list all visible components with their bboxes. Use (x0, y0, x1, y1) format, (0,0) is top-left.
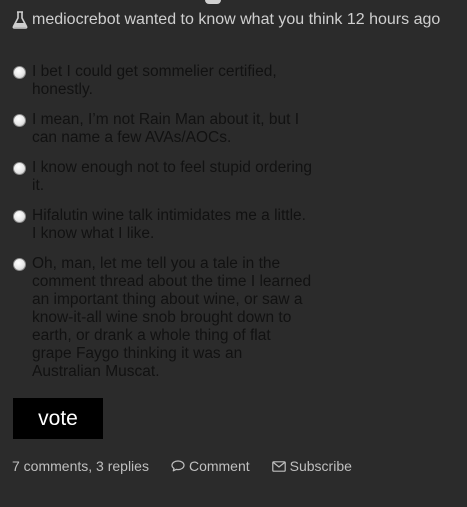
poll-option[interactable]: Hifalutin wine talk intimidates me a lit… (13, 207, 313, 243)
radio-button[interactable] (13, 114, 26, 127)
heading-fragment (205, 0, 221, 4)
vote-button[interactable]: vote (13, 398, 103, 439)
comment-label: Comment (188, 458, 250, 474)
radio-button[interactable] (13, 210, 26, 223)
comment-count-link[interactable]: 7 comments, 3 replies (12, 458, 149, 474)
subscribe-label: Subscribe (289, 458, 352, 474)
radio-button[interactable] (13, 162, 26, 175)
option-label[interactable]: Oh, man, let me tell you a tale in the c… (32, 255, 313, 381)
subscribe-button[interactable]: Subscribe (271, 458, 352, 474)
poll-option[interactable]: I bet I could get sommelier certified, h… (13, 63, 313, 99)
radio-button[interactable] (13, 66, 26, 79)
poll-action-text: wanted to know what you think (124, 11, 343, 28)
speech-bubble-icon (171, 460, 185, 472)
flask-icon (12, 11, 28, 29)
poll-option[interactable]: I mean, I’m not Rain Man about it, but I… (13, 111, 313, 147)
poll-option[interactable]: Oh, man, let me tell you a tale in the c… (13, 255, 313, 381)
envelope-icon (271, 460, 286, 472)
option-label[interactable]: I know enough not to feel stupid orderin… (32, 159, 313, 195)
author-link[interactable]: mediocrebot (32, 11, 120, 29)
comment-button[interactable]: Comment (171, 458, 250, 474)
option-label[interactable]: Hifalutin wine talk intimidates me a lit… (32, 207, 313, 243)
option-label[interactable]: I bet I could get sommelier certified, h… (32, 63, 313, 99)
poll-option[interactable]: I know enough not to feel stupid orderin… (13, 159, 313, 195)
radio-button[interactable] (13, 258, 26, 271)
poll-options: I bet I could get sommelier certified, h… (13, 63, 313, 393)
option-label[interactable]: I mean, I’m not Rain Man about it, but I… (32, 111, 313, 147)
poll-timestamp[interactable]: 12 hours ago (347, 11, 440, 29)
poll-footer: 7 comments, 3 replies Comment Subscribe (12, 458, 352, 474)
poll-header: mediocrebot wanted to know what you thin… (12, 11, 440, 29)
